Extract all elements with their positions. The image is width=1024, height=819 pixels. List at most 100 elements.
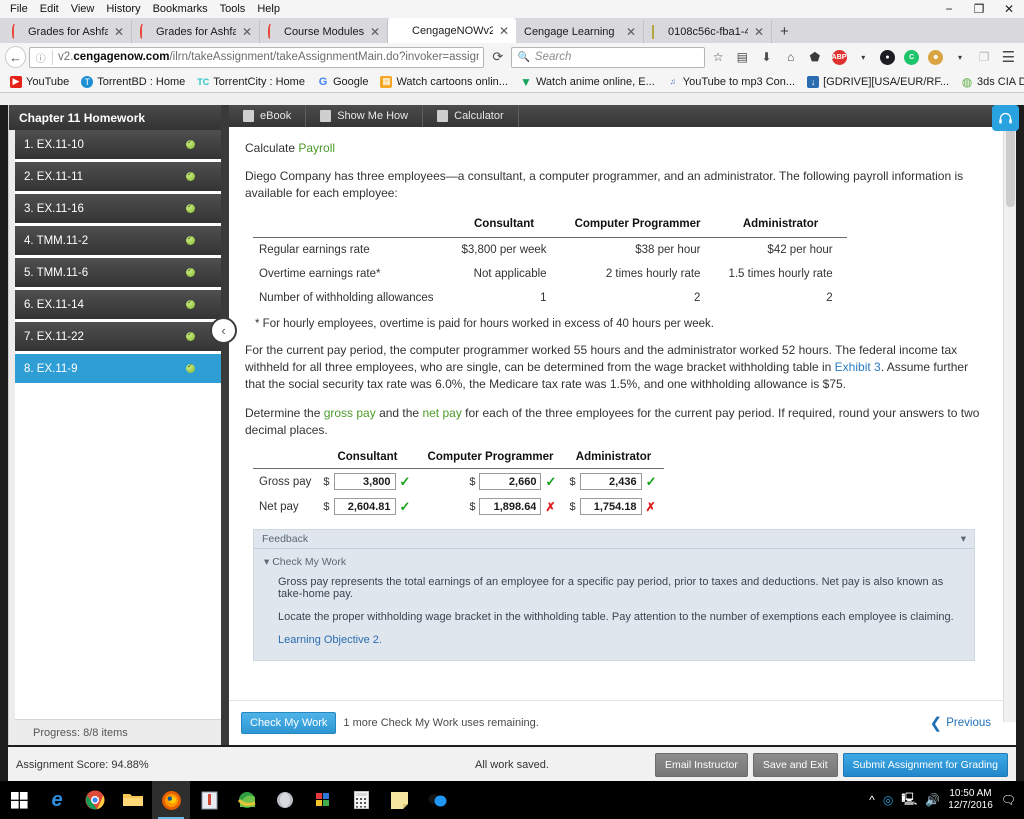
app-icon-1[interactable] <box>190 781 228 819</box>
back-button[interactable]: ← <box>5 46 27 68</box>
sidebar-collapse-button[interactable]: ‹ <box>210 317 237 344</box>
menu-edit[interactable]: Edit <box>34 0 65 18</box>
feedback-check-my-work-toggle[interactable]: ▾ Check My Work <box>264 556 964 568</box>
tab-calculator[interactable]: Calculator <box>423 105 519 127</box>
file-explorer-icon[interactable] <box>114 781 152 819</box>
previous-button[interactable]: ❮ Previous <box>930 716 991 731</box>
sidebar-item-tmm-11-2[interactable]: 4. TMM.11-2 <box>15 226 221 255</box>
bookmark-watch-anime[interactable]: ▼ Watch anime online, E... <box>515 75 660 89</box>
close-icon[interactable]: ✕ <box>113 25 125 39</box>
firefox-icon[interactable] <box>152 781 190 819</box>
browser-tab-1[interactable]: Grades for Ashfaqul Isla... ✕ <box>4 20 132 43</box>
exhibit-3-link[interactable]: Exhibit 3 <box>835 360 881 374</box>
browser-tab-3[interactable]: Course Modules: BA126-... ✕ <box>260 20 388 43</box>
extension-face-icon[interactable]: ☻ <box>925 46 946 68</box>
support-headset-button[interactable] <box>992 105 1019 131</box>
bookmark-3ds-cia[interactable]: ◍ 3ds CIA Download For... <box>956 75 1024 89</box>
sidebar-item-ex-11-10[interactable]: 1. EX.11-10 <box>15 130 221 159</box>
content-scrollbar[interactable] <box>1003 127 1016 722</box>
menu-tools[interactable]: Tools <box>214 0 252 18</box>
edge-icon[interactable]: e <box>38 781 76 819</box>
browser-tab-5[interactable]: Cengage Learning ✕ <box>516 20 644 43</box>
chrome-icon[interactable] <box>76 781 114 819</box>
gross-pay-consultant-input[interactable] <box>333 473 396 490</box>
net-pay-consultant-input[interactable] <box>333 498 396 515</box>
calculator-icon[interactable] <box>342 781 380 819</box>
net-pay-link[interactable]: net pay <box>422 406 461 420</box>
tab-ebook[interactable]: eBook <box>229 105 307 127</box>
close-icon[interactable]: ✕ <box>498 24 510 38</box>
network-icon[interactable]: 🖳 <box>901 790 917 811</box>
window-restore-button[interactable]: ❐ <box>964 0 994 18</box>
save-and-exit-button[interactable]: Save and Exit <box>752 753 838 777</box>
menu-file[interactable]: File <box>4 0 34 18</box>
internet-download-manager-icon[interactable] <box>228 781 266 819</box>
tray-chevron-icon[interactable]: ^ <box>869 793 875 807</box>
browser-tab-4-active[interactable]: CengageNOWv2 | Onlin... ✕ <box>388 18 516 43</box>
check-my-work-button[interactable]: Check My Work <box>241 712 337 734</box>
onedrive-icon[interactable]: ◎ <box>883 793 893 807</box>
volume-icon[interactable]: 🔊 <box>925 793 940 807</box>
browser-tab-6[interactable]: 0108c56c-fba1-4dd0-9b9... ✕ <box>644 20 772 43</box>
start-icon[interactable] <box>0 781 38 819</box>
window-minimize-button[interactable]: − <box>934 0 964 18</box>
clock[interactable]: 10:50 AM 12/7/2016 <box>948 788 993 812</box>
tab-show-me-how[interactable]: Show Me How <box>306 105 424 127</box>
menu-help[interactable]: Help <box>251 0 286 18</box>
app-icon-2[interactable] <box>266 781 304 819</box>
menu-bookmarks[interactable]: Bookmarks <box>147 0 214 18</box>
extension-dark-icon[interactable]: ● <box>877 46 898 68</box>
identity-icon[interactable]: ⓘ <box>34 50 47 65</box>
learning-objective-link[interactable]: Learning Objective 2. <box>278 634 964 646</box>
scrollbar-thumb[interactable] <box>1006 127 1015 207</box>
new-tab-button[interactable]: + <box>772 20 797 43</box>
sidebar-item-ex-11-14[interactable]: 6. EX.11-14 <box>15 290 221 319</box>
menu-view[interactable]: View <box>65 0 101 18</box>
sidebar-item-ex-11-9[interactable]: 8. EX.11-9 <box>15 354 221 383</box>
sidebar-item-ex-11-11[interactable]: 2. EX.11-11 <box>15 162 221 191</box>
home-icon[interactable]: ⌂ <box>780 46 801 68</box>
browser-tab-2[interactable]: Grades for Ashfaqul Isla... ✕ <box>132 20 260 43</box>
sidebar-item-tmm-11-6[interactable]: 5. TMM.11-6 <box>15 258 221 287</box>
dropdown-caret-icon-2[interactable]: ▾ <box>949 46 970 68</box>
bookmark-star-icon[interactable]: ☆ <box>708 46 729 68</box>
app-icon-4[interactable] <box>418 781 456 819</box>
sticky-notes-icon[interactable] <box>380 781 418 819</box>
gross-pay-programmer-input[interactable] <box>479 473 542 490</box>
window-close-button[interactable]: ✕ <box>994 0 1024 18</box>
search-input[interactable]: 🔍 Search <box>511 46 705 68</box>
payroll-link[interactable]: Payroll <box>298 141 335 155</box>
feedback-header[interactable]: Feedback ▾ <box>254 530 974 549</box>
gross-pay-administrator-input[interactable] <box>579 473 642 490</box>
pocket-icon[interactable]: ⬟ <box>804 46 825 68</box>
extension-green-icon[interactable]: C <box>901 46 922 68</box>
dropdown-caret-icon[interactable]: ▾ <box>853 46 874 68</box>
app-icon-3[interactable] <box>304 781 342 819</box>
sidebar-item-ex-11-22[interactable]: 7. EX.11-22 <box>15 322 221 351</box>
email-instructor-button[interactable]: Email Instructor <box>654 753 748 777</box>
close-icon[interactable]: ✕ <box>241 25 253 39</box>
gross-pay-link[interactable]: gross pay <box>324 406 376 420</box>
bookmark-youtube-mp3[interactable]: ♫ YouTube to mp3 Con... <box>662 76 800 88</box>
bookmark-youtube[interactable]: ▶ YouTube <box>5 75 74 88</box>
net-pay-administrator-input[interactable] <box>579 498 642 515</box>
reload-button[interactable]: ⟳ <box>487 46 508 68</box>
bookmark-google[interactable]: G Google <box>312 76 373 88</box>
bookmark-torrentcity[interactable]: TC TorrentCity : Home <box>192 76 310 88</box>
submit-assignment-button[interactable]: Submit Assignment for Grading <box>842 753 1008 777</box>
net-pay-programmer-input[interactable] <box>479 498 542 515</box>
sidebar-item-ex-11-16[interactable]: 3. EX.11-16 <box>15 194 221 223</box>
adblock-icon[interactable]: ABP <box>828 46 849 68</box>
bookmark-watch-cartoons[interactable]: ▦ Watch cartoons onlin... <box>375 75 512 88</box>
tab-group-icon[interactable]: ❐ <box>974 46 995 68</box>
reader-list-icon[interactable]: ▤ <box>732 46 753 68</box>
close-icon[interactable]: ✕ <box>369 25 381 39</box>
address-bar[interactable]: ⓘ v2.cengagenow.com/ilrn/takeAssignment/… <box>29 46 485 68</box>
hamburger-menu-icon[interactable]: ☰ <box>998 46 1019 68</box>
action-center-icon[interactable]: 🗨 <box>1001 793 1016 807</box>
chevron-down-icon[interactable]: ▾ <box>961 533 966 545</box>
close-icon[interactable]: ✕ <box>753 25 765 39</box>
close-icon[interactable]: ✕ <box>625 25 637 39</box>
bookmark-torrentbd[interactable]: T TorrentBD : Home <box>76 75 190 88</box>
bookmark-gdrive[interactable]: ↓ [GDRIVE][USA/EUR/RF... <box>802 75 954 88</box>
